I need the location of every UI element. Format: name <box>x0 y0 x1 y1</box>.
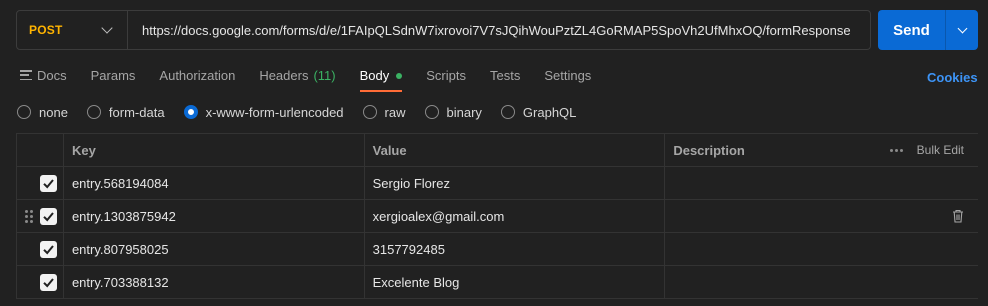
tab-docs[interactable]: Docs <box>20 62 67 92</box>
key-cell[interactable]: entry.703388132 <box>64 266 365 298</box>
description-cell[interactable] <box>665 233 978 265</box>
value-cell[interactable]: 3157792485 <box>365 233 666 265</box>
table-row: entry.703388132 Excelente Blog <box>17 266 978 299</box>
tab-body[interactable]: Body <box>359 62 403 92</box>
row-checkbox[interactable] <box>39 240 57 258</box>
request-bar: POST https://docs.google.com/forms/d/e/1… <box>16 10 871 50</box>
tab-tests[interactable]: Tests <box>490 62 520 92</box>
header-key: Key <box>64 134 365 166</box>
radio-label: form-data <box>108 104 165 120</box>
tab-label: Authorization <box>159 68 236 83</box>
bulk-edit-button[interactable]: Bulk Edit <box>889 143 965 157</box>
check-cell <box>17 266 64 298</box>
value-cell[interactable]: Sergio Florez <box>365 167 666 199</box>
chevron-down-icon <box>957 23 967 33</box>
send-group: Send <box>878 10 978 50</box>
body-type-radios: none form-data x-www-form-urlencoded raw… <box>17 103 595 121</box>
table-row: entry.807958025 3157792485 <box>17 233 978 266</box>
radio-button[interactable] <box>424 105 439 119</box>
send-options-button[interactable] <box>945 10 978 50</box>
check-cell <box>17 233 64 265</box>
drag-handle-icon[interactable] <box>25 210 33 223</box>
checkmark-icon <box>43 178 54 188</box>
tab-params[interactable]: Params <box>91 62 136 92</box>
tab-label: Scripts <box>426 68 466 83</box>
send-button[interactable]: Send <box>878 10 945 50</box>
key-cell[interactable]: entry.1303875942 <box>64 200 365 232</box>
row-checkbox[interactable] <box>39 174 57 192</box>
bulk-edit-label: Bulk Edit <box>916 143 965 157</box>
radio-raw[interactable]: raw <box>362 104 406 120</box>
radio-button[interactable] <box>17 105 31 119</box>
radio-x-www-form-urlencoded[interactable]: x-www-form-urlencoded <box>183 104 344 120</box>
radio-form-data[interactable]: form-data <box>86 104 165 120</box>
headers-count: (11) <box>313 68 336 83</box>
method-label: POST <box>29 23 63 37</box>
table-row: entry.568194084 Sergio Florez <box>17 167 978 200</box>
table-row: entry.1303875942 xergioalex@gmail.com <box>17 200 978 233</box>
header-description-cell: Description Bulk Edit <box>665 134 978 166</box>
cookies-link[interactable]: Cookies <box>927 70 978 85</box>
description-cell[interactable] <box>665 266 978 298</box>
docs-icon <box>20 70 32 80</box>
tab-authorization[interactable]: Authorization <box>159 62 235 92</box>
method-select[interactable]: POST <box>17 11 128 49</box>
description-cell[interactable] <box>665 200 978 232</box>
tab-label: Params <box>90 68 136 83</box>
radio-button[interactable] <box>500 105 515 119</box>
key-cell[interactable]: entry.807958025 <box>64 233 365 265</box>
key-cell[interactable]: entry.568194084 <box>64 167 365 199</box>
header-description: Description <box>673 142 745 158</box>
radio-button[interactable] <box>362 105 377 119</box>
url-input[interactable]: https://docs.google.com/forms/d/e/1FAIpQ… <box>128 11 870 49</box>
more-icon[interactable] <box>889 148 903 152</box>
tab-label: Settings <box>544 68 592 83</box>
radio-label: none <box>39 104 68 120</box>
radio-none[interactable]: none <box>17 105 68 120</box>
header-value: Value <box>365 134 666 166</box>
row-checkbox[interactable] <box>39 207 57 225</box>
description-cell[interactable] <box>665 167 978 199</box>
radio-label: raw <box>384 104 406 120</box>
tab-label: Docs <box>37 68 67 83</box>
checkmark-icon <box>43 277 54 287</box>
params-table: Key Value Description Bulk Edit entry.56… <box>16 133 978 299</box>
check-cell <box>17 167 64 199</box>
tab-headers[interactable]: Headers (11) <box>259 62 335 92</box>
radio-label: binary <box>446 104 482 120</box>
chevron-down-icon <box>101 22 113 34</box>
radio-label: GraphQL <box>522 104 577 120</box>
tab-label: Headers <box>259 68 309 83</box>
header-check-cell <box>17 134 64 166</box>
table-header-row: Key Value Description Bulk Edit <box>17 134 978 167</box>
checkmark-icon <box>43 244 54 254</box>
checkmark-icon <box>43 211 54 221</box>
radio-graphql[interactable]: GraphQL <box>500 104 577 120</box>
radio-button-checked[interactable] <box>183 105 198 119</box>
value-cell[interactable]: xergioalex@gmail.com <box>365 200 666 232</box>
body-active-dot <box>396 73 403 79</box>
tab-settings[interactable]: Settings <box>544 62 591 92</box>
tab-scripts[interactable]: Scripts <box>426 62 466 92</box>
row-checkbox[interactable] <box>39 273 57 291</box>
tab-label: Tests <box>489 68 521 83</box>
request-tabs: Docs Params Authorization Headers (11) B… <box>20 62 615 92</box>
radio-button[interactable] <box>86 105 101 119</box>
radio-label: x-www-form-urlencoded <box>205 104 344 120</box>
tab-label: Body <box>359 68 390 83</box>
value-cell[interactable]: Excelente Blog <box>365 266 666 298</box>
radio-binary[interactable]: binary <box>424 104 482 120</box>
trash-icon[interactable] <box>952 209 964 223</box>
